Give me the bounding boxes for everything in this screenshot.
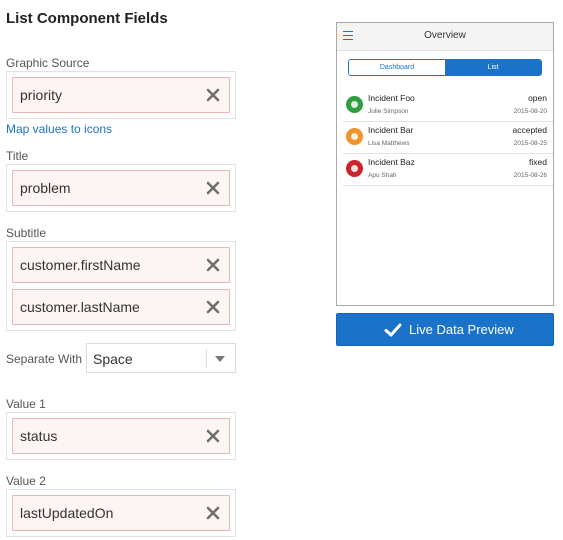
item-date: 2015-08-25 <box>513 140 547 147</box>
subtitle-chip-last[interactable]: customer.lastName <box>12 289 230 325</box>
tab-list[interactable]: List <box>445 60 541 75</box>
subtitle-field-label: Subtitle <box>6 226 47 240</box>
value1-label: Value 1 <box>6 397 46 411</box>
title-field-value: problem <box>20 180 71 196</box>
chevron-down-icon[interactable] <box>215 356 225 362</box>
separator-value: Space <box>93 351 133 367</box>
item-person: Apu Shah <box>368 172 397 179</box>
page-title: List Component Fields <box>6 10 168 27</box>
value2-label: Value 2 <box>6 474 46 488</box>
graphic-source-label: Graphic Source <box>6 56 90 70</box>
live-data-preview-label: Live Data Preview <box>409 322 514 337</box>
separator-select[interactable]: Space <box>86 343 236 373</box>
item-date: 2015-08-20 <box>513 108 547 115</box>
subtitle-chip-first[interactable]: customer.firstName <box>12 247 230 283</box>
close-icon[interactable] <box>205 257 221 273</box>
tab-dashboard[interactable]: Dashboard <box>349 60 445 75</box>
map-values-link[interactable]: Map values to icons <box>6 122 112 136</box>
value2-chip[interactable]: lastUpdatedOn <box>12 495 230 531</box>
value1-chip[interactable]: status <box>12 418 230 454</box>
value1-well: status <box>6 412 236 460</box>
graphic-source-well: priority <box>6 71 236 119</box>
close-icon[interactable] <box>205 428 221 444</box>
status-gauge-icon <box>346 160 363 177</box>
separator-divider <box>206 349 207 368</box>
item-title: Incident Baz <box>368 157 415 167</box>
status-gauge-icon <box>346 128 363 145</box>
title-field-label: Title <box>6 149 29 163</box>
item-status: accepted <box>512 125 548 135</box>
checkmark-icon <box>384 323 402 337</box>
subtitle-value-last: customer.lastName <box>20 299 140 315</box>
graphic-source-value: priority <box>20 87 63 103</box>
value2-well: lastUpdatedOn <box>6 489 236 537</box>
close-icon[interactable] <box>205 180 221 196</box>
item-person: Julie Simpson <box>368 108 409 115</box>
value1-value: status <box>20 428 58 444</box>
mobile-preview: Overview Dashboard List Incident Foo ope… <box>336 22 554 306</box>
item-status: fixed <box>529 157 547 167</box>
item-person: Lisa Matthews <box>368 140 410 147</box>
close-icon[interactable] <box>205 299 221 315</box>
preview-header: Overview <box>337 23 553 51</box>
list-item[interactable]: Incident Bar accepted Lisa Matthews 2015… <box>343 122 553 154</box>
list-item[interactable]: Incident Foo open Julie Simpson 2015-08-… <box>343 90 553 122</box>
close-icon[interactable] <box>205 505 221 521</box>
live-data-preview-button[interactable]: Live Data Preview <box>336 313 554 346</box>
item-date: 2015-08-26 <box>513 172 547 179</box>
preview-title: Overview <box>424 30 466 41</box>
preview-segmented-control: Dashboard List <box>348 59 542 76</box>
value2-value: lastUpdatedOn <box>20 505 114 521</box>
subtitle-value-first: customer.firstName <box>20 257 141 273</box>
close-icon[interactable] <box>205 87 221 103</box>
status-gauge-icon <box>346 96 363 113</box>
title-field-well: problem <box>6 164 236 212</box>
graphic-source-chip[interactable]: priority <box>12 77 230 113</box>
title-field-chip[interactable]: problem <box>12 170 230 206</box>
list-item[interactable]: Incident Baz fixed Apu Shah 2015-08-26 <box>343 154 553 186</box>
separator-label: Separate With <box>6 352 83 366</box>
item-title: Incident Foo <box>368 93 415 103</box>
item-title: Incident Bar <box>368 125 414 135</box>
subtitle-field-well: customer.firstName customer.lastName <box>6 241 236 331</box>
item-status: open <box>528 93 547 103</box>
